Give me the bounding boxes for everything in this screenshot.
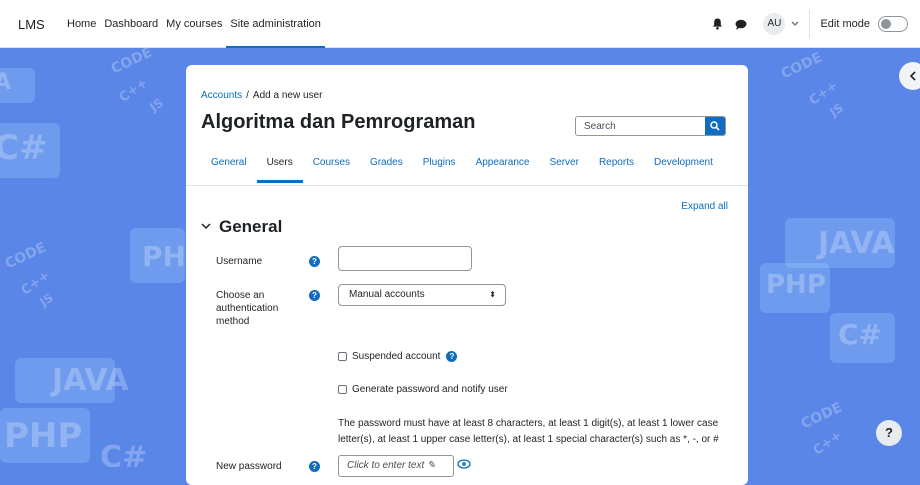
auth-method-select[interactable]: Manual accounts ⬍ [338,284,506,306]
tab-grades[interactable]: Grades [360,153,413,183]
auth-method-value: Manual accounts [349,289,425,300]
edit-mode-toggle[interactable] [878,16,908,32]
edit-mode-label: Edit mode [820,18,870,30]
nav-link-my-courses[interactable]: My courses [162,0,226,48]
tabs-divider [186,185,748,186]
generate-password-label: Generate password and notify user [352,384,508,395]
generate-password-row: Generate password and notify user [338,384,508,395]
username-label: Username [216,256,263,267]
open-drawer-button[interactable] [899,62,920,90]
new-password-input[interactable]: Click to enter text ✎ [338,455,454,477]
top-navbar: LMS Home Dashboard My courses Site admin… [0,0,920,48]
nav-link-home[interactable]: Home [63,0,100,48]
search-input[interactable] [576,117,705,135]
bg-word-code: CODE [798,399,845,433]
primary-navigation: Home Dashboard My courses Site administr… [63,0,325,48]
eye-icon[interactable] [457,459,471,472]
bg-word-php: PHP [4,416,83,456]
bg-word-code: CODE [778,49,825,83]
bg-word-a: A [0,70,12,95]
breadcrumb-accounts[interactable]: Accounts [201,90,242,101]
main-content-card: Accounts / Add a new user Algoritma dan … [186,65,748,485]
bg-word-cpp: C++ [116,75,151,106]
tab-server[interactable]: Server [540,153,589,183]
tab-courses[interactable]: Courses [303,153,360,183]
password-policy-note: The password must have at least 8 charac… [338,418,719,445]
breadcrumb: Accounts / Add a new user [201,90,322,101]
bg-word-cs: C# [0,128,48,168]
tab-development[interactable]: Development [644,153,723,183]
bg-word-code: CODE [108,48,155,78]
new-password-placeholder: Click to enter text [347,460,425,471]
chevron-down-icon[interactable] [201,221,211,233]
generate-password-checkbox[interactable] [338,385,347,394]
suspended-label: Suspended account [352,351,441,362]
tab-appearance[interactable]: Appearance [466,153,540,183]
bg-word-code: CODE [2,239,49,273]
breadcrumb-current: Add a new user [252,90,323,101]
admin-tabs: General Users Courses Grades Plugins App… [201,153,723,183]
chevron-left-icon [909,71,916,81]
navbar-user-area: AU Edit mode [709,0,908,48]
bg-word-js: JS [827,100,846,120]
bg-word-js: JS [147,95,166,115]
auth-method-label: Choose an authentication method [216,290,279,327]
section-title: General [219,217,283,236]
navbar-divider [809,10,811,38]
chat-icon[interactable] [733,16,749,32]
username-input[interactable] [338,246,472,271]
user-avatar[interactable]: AU [763,13,786,35]
toggle-knob [881,19,891,29]
search-button[interactable] [705,117,725,135]
bg-word-cpp: C++ [810,428,845,459]
search-icon [710,121,720,131]
admin-search [575,116,726,136]
help-icon[interactable]: ? [446,351,458,362]
bg-word-java: JAVA [52,363,129,398]
help-icon[interactable]: ? [309,256,320,267]
select-arrow-icon: ⬍ [489,290,496,299]
bg-word-cs: C# [100,440,148,467]
tab-plugins[interactable]: Plugins [413,153,466,183]
tab-general[interactable]: General [201,153,257,183]
suspended-checkbox[interactable] [338,352,347,361]
general-section-header[interactable]: General [201,217,282,237]
bg-word-js: JS [37,290,56,310]
bell-icon[interactable] [709,16,725,32]
nav-link-dashboard[interactable]: Dashboard [100,0,162,48]
bg-word-php: PHP [766,270,826,300]
tab-users[interactable]: Users [256,153,303,183]
suspended-checkbox-row: Suspended account ? [338,351,458,362]
pencil-icon: ✎ [427,460,436,471]
page-title: Algoritma dan Pemrograman [201,111,476,133]
tab-reports[interactable]: Reports [589,153,644,183]
bg-word-java: JAVA [818,226,895,261]
expand-all-link[interactable]: Expand all [681,201,728,212]
bg-word-cs: C# [838,318,883,351]
help-icon[interactable]: ? [309,290,320,301]
help-button[interactable]: ? [876,420,902,446]
site-brand[interactable]: LMS [18,17,45,32]
chevron-down-icon[interactable] [791,18,799,30]
nav-link-site-administration[interactable]: Site administration [226,0,325,48]
breadcrumb-separator: / [246,90,249,101]
